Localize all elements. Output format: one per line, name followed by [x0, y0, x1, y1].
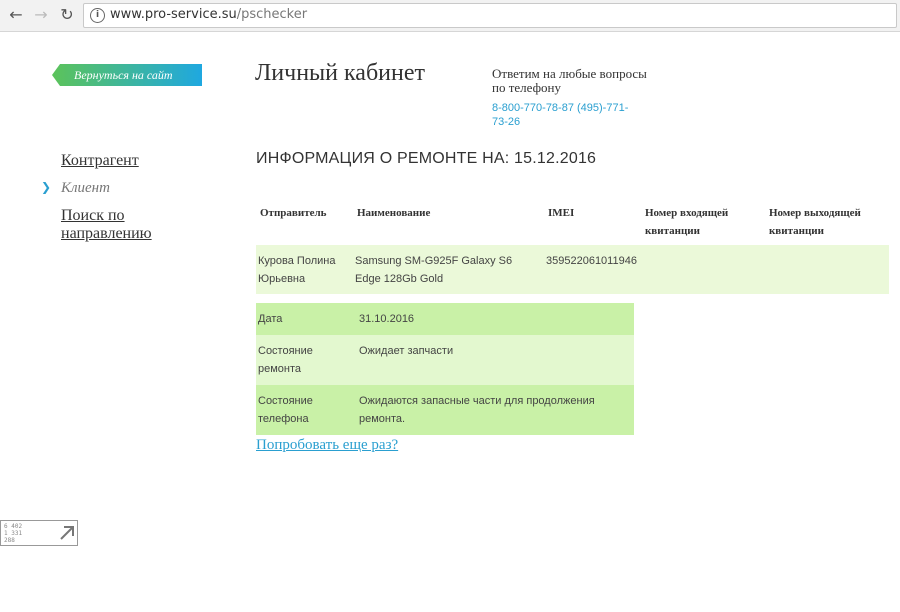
counter-line: 1 331	[4, 530, 23, 537]
browser-toolbar: ← → ↻ i www.pro-service.su/pschecker	[0, 0, 900, 32]
phone-link[interactable]: 8-800-770-78-87 (495)-771-73-26	[492, 101, 642, 129]
url-path: /pschecker	[236, 7, 308, 22]
cell-incoming-receipt	[640, 245, 765, 294]
header-outgoing-receipt: Номер выходящей квитанции	[768, 207, 861, 237]
status-table: Дата 31.10.2016 Состояние ремонта Ожидае…	[256, 303, 634, 435]
arrow-up-right-icon	[60, 526, 74, 540]
back-to-site-button[interactable]: Вернуться на сайт	[52, 64, 202, 86]
status-value: Ожидает запчасти	[357, 335, 634, 385]
status-label: Состояние телефона	[256, 385, 357, 435]
info-icon[interactable]: i	[90, 8, 105, 23]
table-row: Курова Полина Юрьевна Samsung SM-G925F G…	[256, 245, 889, 294]
cell-outgoing-receipt	[764, 245, 889, 294]
url-text[interactable]: www.pro-service.su/pschecker	[110, 7, 307, 22]
status-row-phone: Состояние телефона Ожидаются запасные ча…	[256, 385, 634, 435]
cell-imei: 359522061011946	[544, 245, 641, 294]
status-row-date: Дата 31.10.2016	[256, 303, 634, 335]
counter-line: 6 402	[4, 523, 23, 530]
counter-line: 288	[4, 537, 15, 544]
back-to-site-label: Вернуться на сайт	[74, 68, 173, 82]
device-table: Отправитель Наименование IMEI Номер вход…	[256, 199, 889, 294]
reload-icon[interactable]: ↻	[56, 4, 78, 26]
forward-arrow-icon[interactable]: →	[30, 4, 52, 26]
header-incoming-receipt: Номер входящей квитанции	[644, 207, 729, 237]
repair-info-heading: ИНФОРМАЦИЯ О РЕМОНТЕ НА: 15.12.2016	[256, 150, 597, 167]
header-imei: IMEI	[548, 207, 575, 219]
sidebar-item-client: Клиент	[61, 180, 110, 196]
counter-values: 6 402 1 331 288	[4, 523, 22, 544]
cell-sender: Курова Полина Юрьевна	[256, 245, 353, 294]
contact-text: Ответим на любые вопросы по телефону	[492, 66, 647, 95]
sidebar-item-kontragent[interactable]: Контрагент	[61, 152, 139, 170]
status-label: Состояние ремонта	[256, 335, 357, 385]
status-value: Ожидаются запасные части для продолжения…	[357, 385, 634, 435]
device-table-header: Отправитель Наименование IMEI Номер вход…	[256, 199, 889, 245]
page-title: Личный кабинет	[255, 60, 425, 86]
cell-device-name: Samsung SM-G925F Galaxy S6 Edge 128Gb Go…	[353, 245, 544, 294]
status-row-repair: Состояние ремонта Ожидает запчасти	[256, 335, 634, 385]
sidebar-item-search-direction[interactable]: Поиск по направлению	[61, 207, 201, 243]
header-name: Наименование	[357, 207, 431, 219]
header-sender: Отправитель	[260, 207, 327, 219]
chevron-right-icon: ❯	[41, 180, 52, 194]
retry-link[interactable]: Попробовать еще раз?	[256, 437, 398, 454]
address-bar[interactable]: i www.pro-service.su/pschecker	[83, 3, 897, 28]
status-label: Дата	[256, 303, 357, 335]
status-value: 31.10.2016	[357, 303, 634, 335]
url-host: www.pro-service.su	[110, 7, 237, 22]
visit-counter[interactable]: 6 402 1 331 288	[0, 520, 78, 546]
back-arrow-icon[interactable]: ←	[5, 4, 27, 26]
